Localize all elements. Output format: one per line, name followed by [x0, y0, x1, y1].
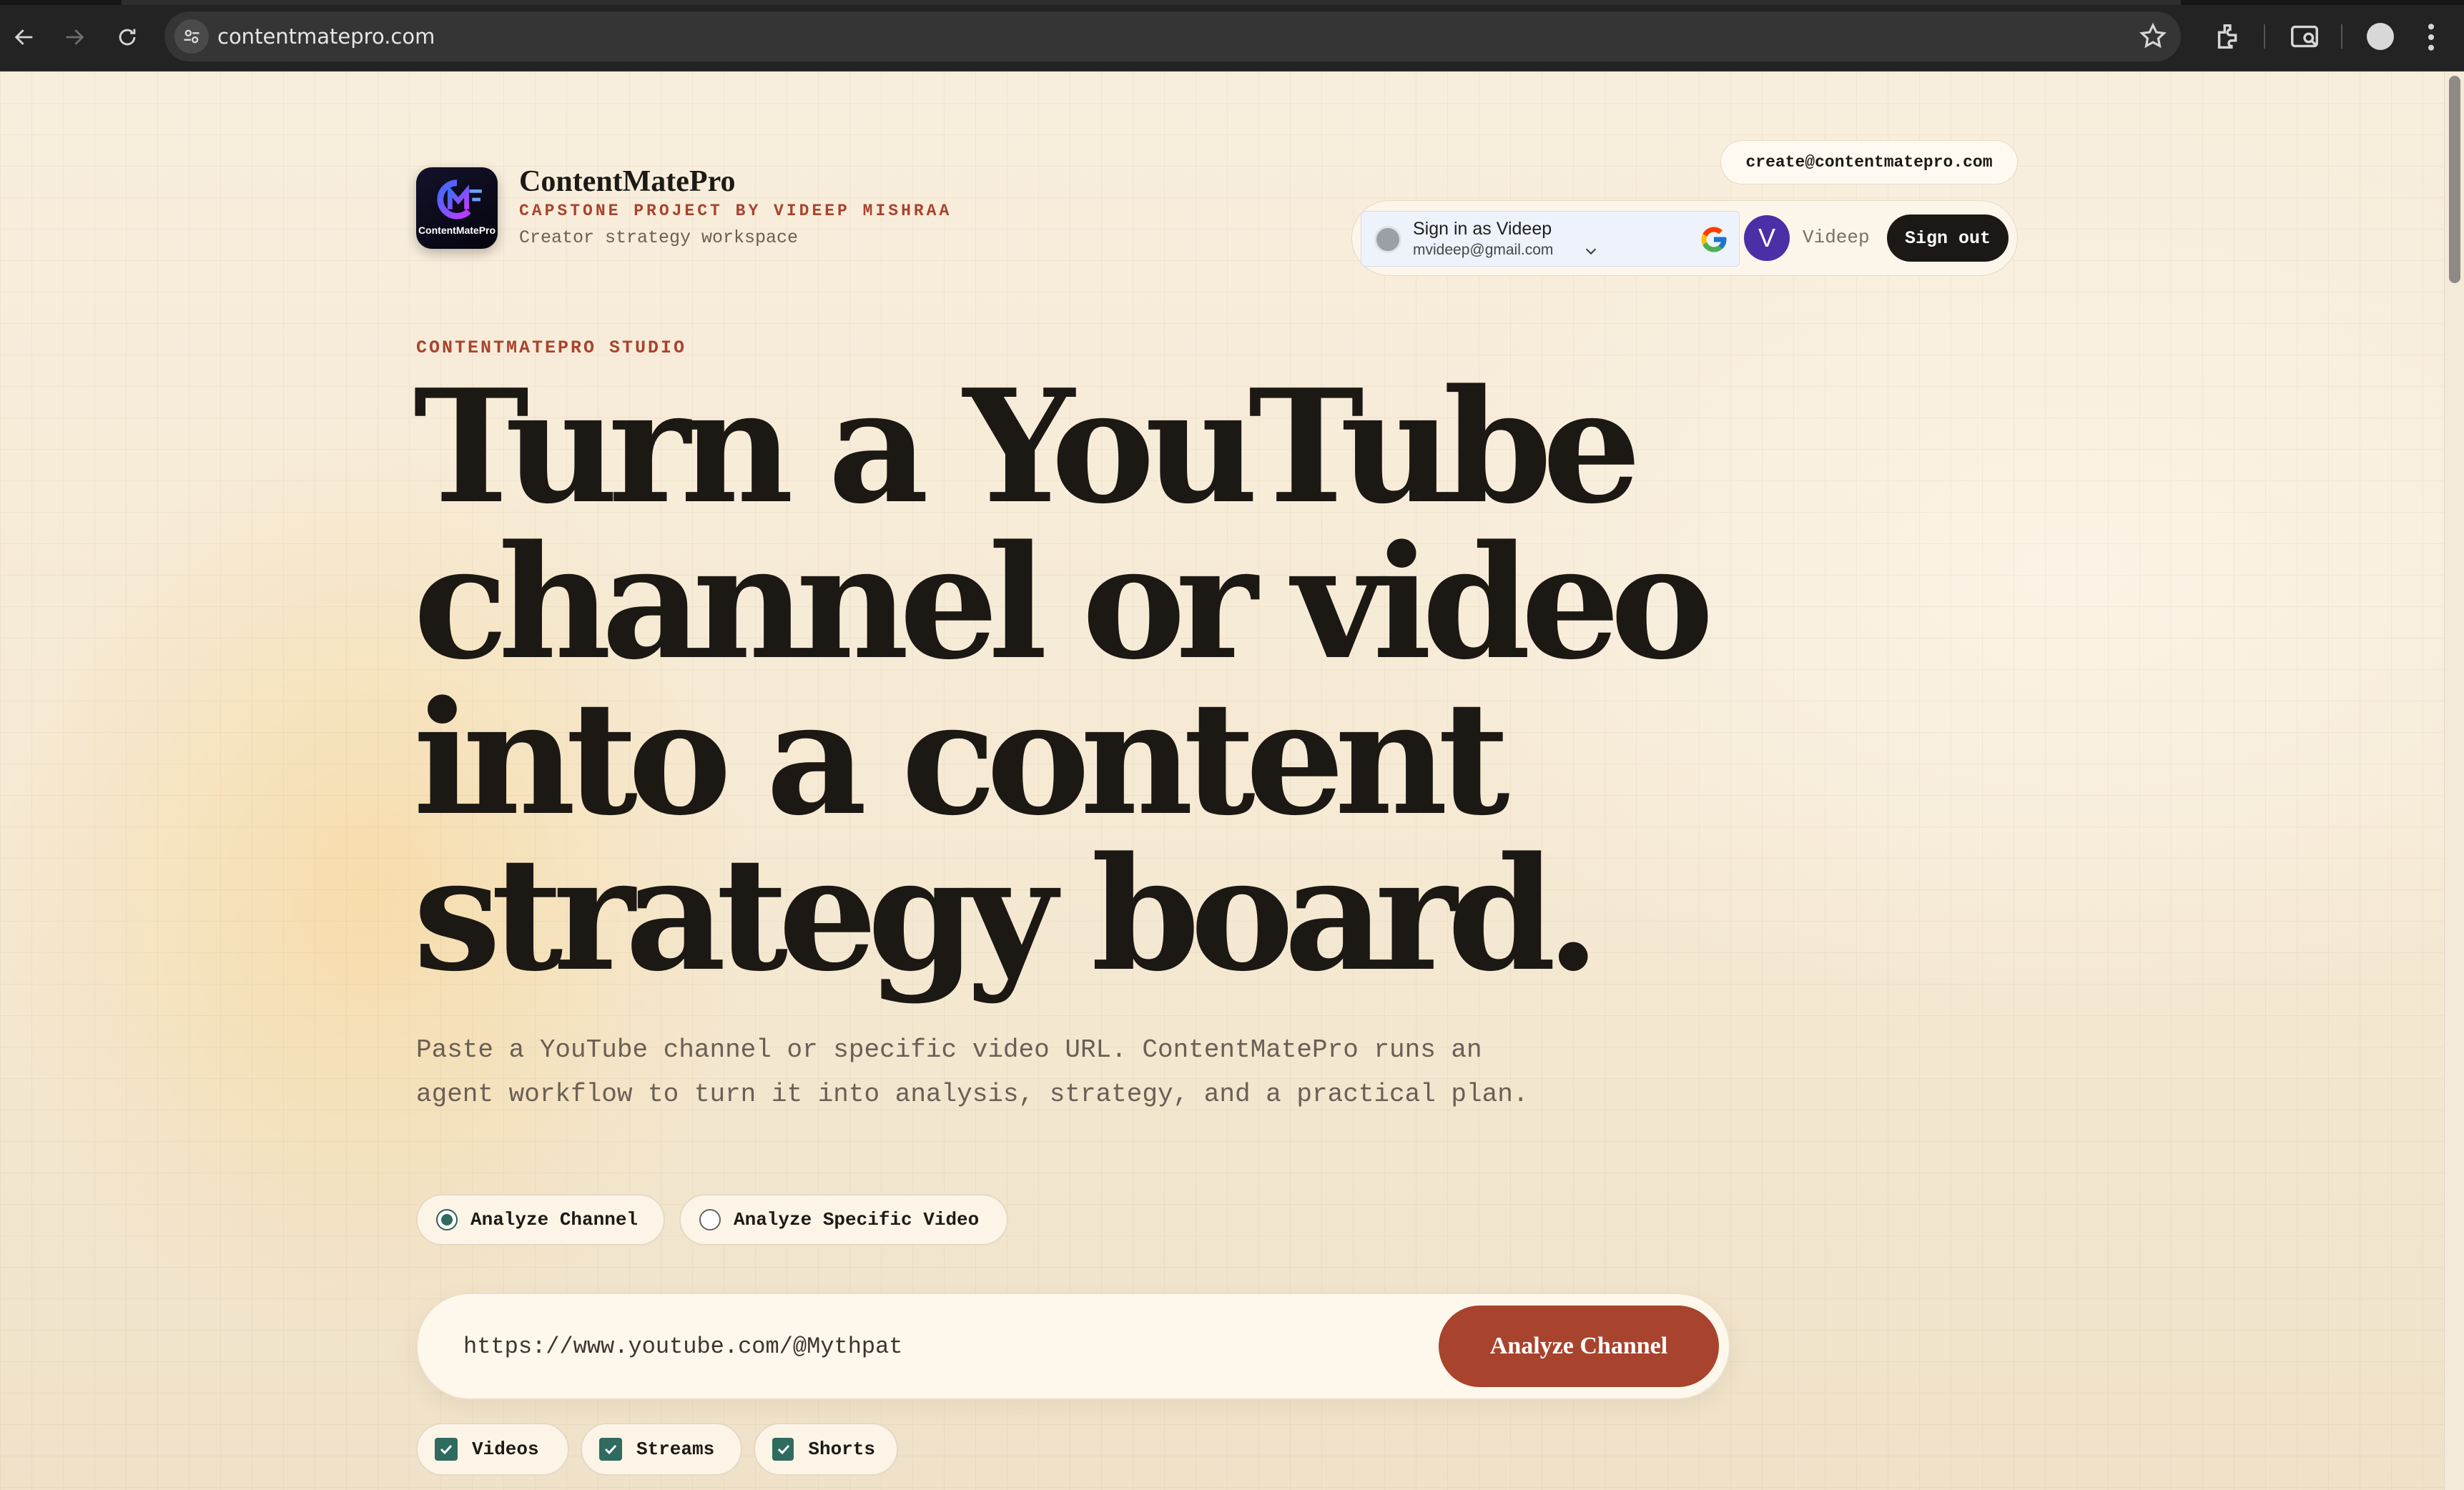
check-icon — [604, 1444, 617, 1455]
address-bar[interactable]: contentmatepro.com — [164, 11, 2181, 61]
hero-description: Paste a YouTube channel or specific vide… — [416, 1035, 1529, 1109]
analyze-channel-button[interactable]: Analyze Channel — [1439, 1306, 1719, 1387]
mode-label: Analyze Channel — [470, 1209, 639, 1230]
checkbox-checked[interactable] — [772, 1438, 794, 1461]
brand-name: ContentMatePro — [519, 165, 736, 198]
user-avatar[interactable]: V — [1744, 215, 1790, 261]
user-name: Videep — [1803, 227, 1870, 248]
browser-chrome: contentmatepro.com — [0, 0, 2464, 71]
tab[interactable] — [465, 0, 2181, 5]
filter-label: Videos — [472, 1439, 539, 1460]
check-icon — [440, 1444, 453, 1455]
sign-out-button[interactable]: Sign out — [1887, 214, 2009, 262]
arrow-left-icon — [14, 29, 33, 45]
hero-headline: Turn a YouTube channel or video into a c… — [413, 369, 1915, 992]
mode-analyze-channel[interactable]: Analyze Channel — [416, 1194, 665, 1245]
toolbar-divider — [2264, 24, 2265, 49]
google-sign-in-title: Sign in as Videep — [1413, 219, 1552, 239]
checkbox-checked[interactable] — [599, 1438, 622, 1461]
forward-button[interactable] — [53, 16, 96, 59]
tune-icon — [184, 29, 199, 44]
contact-email-link[interactable]: create@contentmatepro.com — [1720, 140, 2018, 184]
filter-streams[interactable]: Streams — [581, 1423, 742, 1476]
tab-strip — [0, 0, 2464, 5]
brand-logo[interactable]: ContentMatePro — [416, 167, 498, 249]
reading-mode-icon[interactable] — [2288, 20, 2321, 53]
scrollbar-thumb[interactable] — [2449, 76, 2460, 283]
brand-subtitle: CAPSTONE PROJECT BY VIDEEP MISHRAA — [519, 202, 952, 220]
auth-bar: Sign in as Videep mvideep@gmail.com V Vi… — [1351, 200, 2018, 276]
bookmark-star-icon[interactable] — [2138, 21, 2168, 51]
headline-line: Turn a YouTube — [413, 355, 1642, 538]
reload-button[interactable] — [106, 16, 149, 59]
google-logo-icon — [1701, 227, 1727, 252]
chevron-down-icon — [1585, 248, 1597, 255]
headline-line: channel or video — [413, 511, 1714, 694]
google-sign-in-button[interactable]: Sign in as Videep mvideep@gmail.com — [1361, 211, 1740, 267]
extensions-icon[interactable] — [2212, 20, 2245, 53]
radio-unselected[interactable] — [699, 1209, 721, 1230]
site-info-button[interactable] — [174, 19, 209, 54]
filter-label: Streams — [636, 1439, 715, 1460]
toolbar-divider — [2341, 24, 2342, 49]
url-text[interactable]: contentmatepro.com — [217, 11, 435, 61]
filter-shorts[interactable]: Shorts — [754, 1423, 898, 1476]
logo-monogram-icon — [437, 179, 482, 219]
radio-selected[interactable] — [436, 1209, 458, 1230]
filter-videos[interactable]: Videos — [416, 1423, 569, 1476]
page: ContentMatePro ContentMatePro CAPSTONE P… — [0, 71, 2444, 1490]
more-menu-icon[interactable] — [2424, 21, 2438, 53]
headline-line: into a content — [413, 667, 1510, 850]
google-account-email: mvideep@gmail.com — [1413, 242, 1554, 258]
filter-label: Shorts — [808, 1439, 875, 1460]
checkbox-checked[interactable] — [435, 1438, 458, 1461]
headline-line: strategy board. — [413, 823, 1600, 1006]
google-account-avatar — [1374, 226, 1401, 253]
back-button[interactable] — [3, 16, 46, 59]
url-form: Analyze Channel — [416, 1293, 1730, 1400]
profile-avatar[interactable] — [2367, 23, 2394, 50]
check-icon — [777, 1444, 790, 1455]
tab[interactable] — [122, 0, 465, 5]
page-scrollbar[interactable] — [2444, 71, 2464, 1490]
arrow-right-icon — [66, 29, 84, 45]
brand-tagline: Creator strategy workspace — [519, 227, 799, 248]
reload-icon — [119, 29, 136, 46]
mode-label: Analyze Specific Video — [734, 1209, 980, 1230]
youtube-url-input[interactable] — [463, 1323, 1393, 1370]
logo-wordmark: ContentMatePro — [418, 225, 496, 236]
mode-analyze-video[interactable]: Analyze Specific Video — [679, 1194, 1008, 1245]
